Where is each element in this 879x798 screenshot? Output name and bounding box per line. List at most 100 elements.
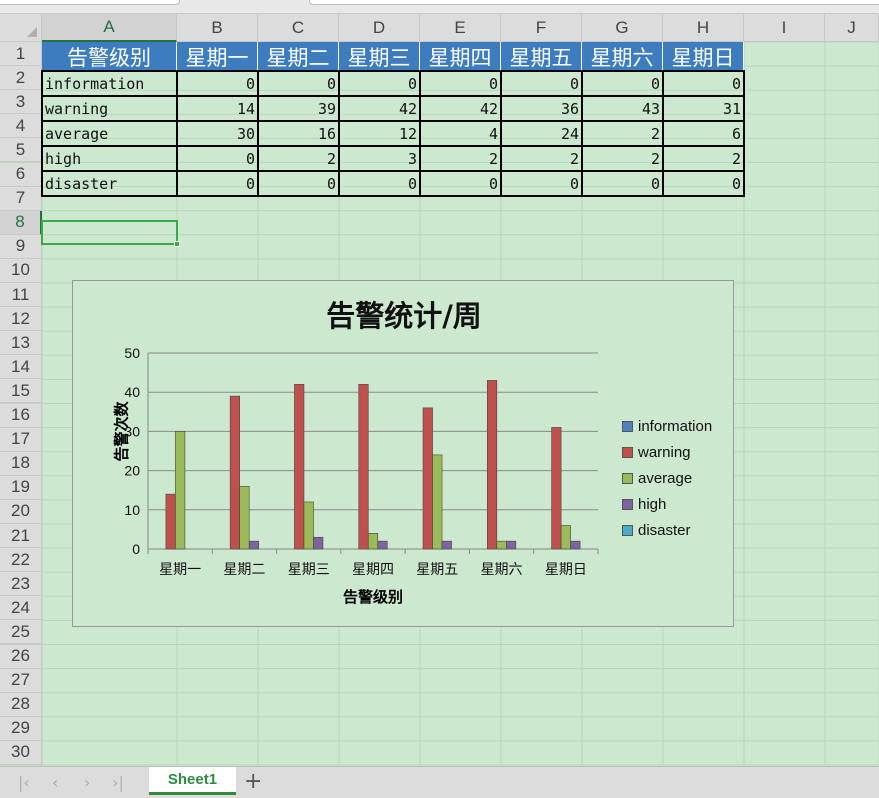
value-cell[interactable]: 42 — [420, 96, 501, 121]
column-header-E[interactable]: E — [420, 14, 501, 42]
row-header-17[interactable]: 17 — [0, 427, 42, 452]
value-cell[interactable]: 0 — [501, 71, 582, 96]
value-cell[interactable]: 2 — [582, 146, 663, 171]
value-cell[interactable]: 31 — [663, 96, 744, 121]
row-label-cell[interactable]: information — [42, 71, 177, 96]
row-label-cell[interactable]: warning — [42, 96, 177, 121]
row-label-cell[interactable]: disaster — [42, 171, 177, 196]
row-header-23[interactable]: 23 — [0, 572, 42, 597]
row-header-11[interactable]: 11 — [0, 283, 42, 308]
row-header-18[interactable]: 18 — [0, 451, 42, 476]
sheet-tab-sheet1[interactable]: Sheet1 — [149, 767, 236, 795]
value-cell[interactable]: 0 — [420, 171, 501, 196]
value-cell[interactable]: 43 — [582, 96, 663, 121]
value-cell[interactable]: 2 — [420, 146, 501, 171]
row-header-19[interactable]: 19 — [0, 475, 42, 500]
header-cell[interactable]: 星期六 — [582, 42, 663, 71]
legend-item: high — [622, 491, 712, 517]
value-cell[interactable]: 0 — [582, 71, 663, 96]
value-cell[interactable]: 4 — [420, 121, 501, 146]
row-header-6[interactable]: 6 — [0, 162, 42, 187]
row-header-15[interactable]: 15 — [0, 379, 42, 404]
value-cell[interactable]: 0 — [501, 171, 582, 196]
selected-cell-A8[interactable] — [41, 220, 180, 247]
value-cell[interactable]: 6 — [663, 121, 744, 146]
last-sheet-icon[interactable]: ›| — [112, 773, 124, 792]
column-header-G[interactable]: G — [582, 14, 663, 42]
value-cell[interactable]: 0 — [663, 171, 744, 196]
row-header-14[interactable]: 14 — [0, 355, 42, 380]
row-header-29[interactable]: 29 — [0, 716, 42, 741]
add-sheet-button[interactable]: + — [244, 769, 262, 794]
value-cell[interactable]: 36 — [501, 96, 582, 121]
value-cell[interactable]: 42 — [339, 96, 420, 121]
value-cell[interactable]: 0 — [420, 71, 501, 96]
value-cell[interactable]: 30 — [177, 121, 258, 146]
column-header-A[interactable]: A — [42, 14, 177, 42]
row-header-3[interactable]: 3 — [0, 90, 42, 115]
value-cell[interactable]: 0 — [177, 146, 258, 171]
row-header-7[interactable]: 7 — [0, 186, 42, 211]
column-header-F[interactable]: F — [501, 14, 582, 42]
row-header-27[interactable]: 27 — [0, 668, 42, 693]
row-header-12[interactable]: 12 — [0, 307, 42, 332]
row-header-26[interactable]: 26 — [0, 644, 42, 669]
value-cell[interactable]: 0 — [177, 171, 258, 196]
header-cell[interactable]: 星期五 — [501, 42, 582, 71]
value-cell[interactable]: 2 — [582, 121, 663, 146]
value-cell[interactable]: 0 — [339, 71, 420, 96]
value-cell[interactable]: 39 — [258, 96, 339, 121]
first-sheet-icon[interactable]: |‹ — [18, 773, 30, 792]
fill-handle[interactable] — [174, 241, 180, 247]
column-header-D[interactable]: D — [339, 14, 420, 42]
row-header-30[interactable]: 30 — [0, 740, 42, 765]
bar-warning — [358, 384, 369, 550]
row-header-21[interactable]: 21 — [0, 524, 42, 549]
row-header-16[interactable]: 16 — [0, 403, 42, 428]
row-header-2[interactable]: 2 — [0, 66, 42, 91]
header-cell[interactable]: 星期三 — [339, 42, 420, 71]
value-cell[interactable]: 2 — [258, 146, 339, 171]
column-header-B[interactable]: B — [177, 14, 258, 42]
row-label-cell[interactable]: average — [42, 121, 177, 146]
value-cell[interactable]: 3 — [339, 146, 420, 171]
value-cell[interactable]: 0 — [177, 71, 258, 96]
row-header-28[interactable]: 28 — [0, 692, 42, 717]
value-cell[interactable]: 0 — [258, 71, 339, 96]
header-cell[interactable]: 告警级别 — [42, 42, 177, 71]
row-header-4[interactable]: 4 — [0, 114, 42, 139]
row-header-20[interactable]: 20 — [0, 499, 42, 524]
row-header-25[interactable]: 25 — [0, 620, 42, 645]
select-all-corner[interactable] — [0, 14, 42, 42]
row-header-5[interactable]: 5 — [0, 138, 42, 163]
row-header-22[interactable]: 22 — [0, 548, 42, 573]
header-cell[interactable]: 星期二 — [258, 42, 339, 71]
row-header-1[interactable]: 1 — [0, 42, 42, 67]
row-label-cell[interactable]: high — [42, 146, 177, 171]
header-cell[interactable]: 星期日 — [663, 42, 744, 71]
value-cell[interactable]: 0 — [582, 171, 663, 196]
row-header-9[interactable]: 9 — [0, 234, 42, 259]
value-cell[interactable]: 24 — [501, 121, 582, 146]
value-cell[interactable]: 2 — [663, 146, 744, 171]
column-header-H[interactable]: H — [663, 14, 744, 42]
value-cell[interactable]: 2 — [501, 146, 582, 171]
value-cell[interactable]: 0 — [339, 171, 420, 196]
value-cell[interactable]: 0 — [663, 71, 744, 96]
column-header-C[interactable]: C — [258, 14, 339, 42]
row-header-24[interactable]: 24 — [0, 596, 42, 621]
column-header-J[interactable]: J — [825, 14, 879, 42]
column-header-I[interactable]: I — [744, 14, 825, 42]
bar-chart[interactable]: 告警统计/周 告警次数 告警级别 0 10 20 30 40 50 星期一 星期二 星期三 星期四… — [72, 280, 734, 627]
row-header-10[interactable]: 10 — [0, 258, 42, 283]
value-cell[interactable]: 14 — [177, 96, 258, 121]
header-cell[interactable]: 星期一 — [177, 42, 258, 71]
next-sheet-icon[interactable]: › — [84, 773, 90, 792]
header-cell[interactable]: 星期四 — [420, 42, 501, 71]
prev-sheet-icon[interactable]: ‹ — [52, 773, 58, 792]
value-cell[interactable]: 16 — [258, 121, 339, 146]
row-header-13[interactable]: 13 — [0, 331, 42, 356]
value-cell[interactable]: 0 — [258, 171, 339, 196]
value-cell[interactable]: 12 — [339, 121, 420, 146]
row-header-8[interactable]: 8 — [0, 210, 42, 235]
